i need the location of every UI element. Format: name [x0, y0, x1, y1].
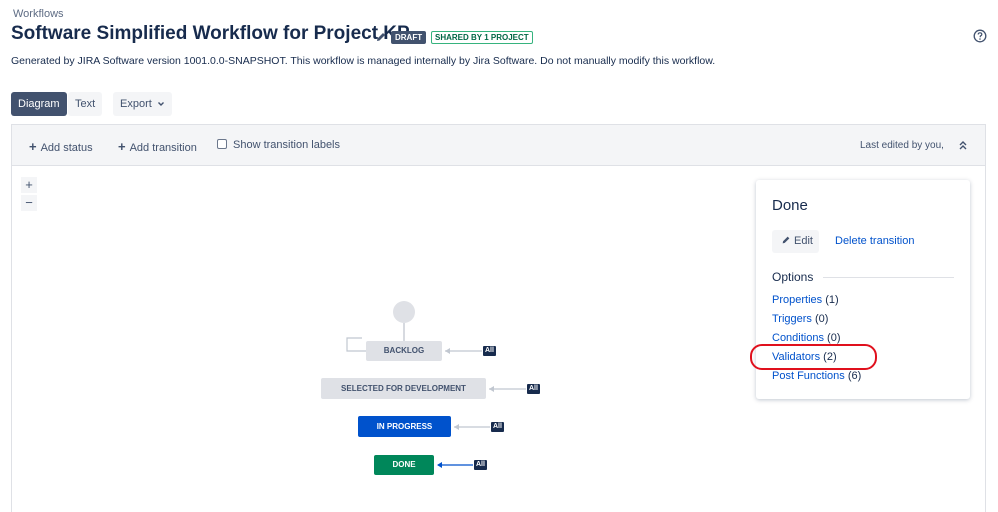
option-label: Post Functions	[772, 370, 845, 382]
last-edited-text: Last edited by you,	[860, 140, 944, 151]
page-title: Software Simplified Workflow for Project…	[11, 23, 410, 44]
tab-text[interactable]: Text	[68, 92, 103, 116]
option-conditions[interactable]: Conditions (0)	[772, 332, 841, 344]
shared-badge[interactable]: SHARED BY 1 PROJECT	[431, 31, 533, 44]
option-triggers[interactable]: Triggers (0)	[772, 313, 828, 325]
zoom-out-button[interactable]: −	[21, 195, 37, 211]
edit-label: Edit	[794, 235, 813, 247]
zoom-in-button[interactable]: +	[21, 177, 37, 193]
option-count: (0)	[815, 313, 829, 325]
edit-button[interactable]: Edit	[772, 230, 819, 253]
show-labels-checkbox[interactable]	[217, 139, 227, 149]
option-label: Triggers	[772, 313, 812, 325]
tab-diagram[interactable]: Diagram	[11, 92, 67, 116]
help-icon[interactable]	[973, 29, 987, 43]
plus-icon: +	[29, 139, 37, 154]
option-label: Properties	[772, 294, 823, 306]
add-transition-label: Add transition	[129, 142, 197, 154]
all-transition-badge[interactable]: All	[483, 346, 496, 356]
all-transition-badge[interactable]: All	[527, 384, 540, 394]
add-transition-button[interactable]: + Add transition	[118, 139, 197, 154]
status-selected-for-development[interactable]: SELECTED FOR DEVELOPMENT	[321, 378, 486, 399]
all-transition-badge-selected[interactable]: All	[474, 460, 487, 470]
option-post-functions[interactable]: Post Functions (6)	[772, 370, 861, 382]
collapse-icon[interactable]	[958, 139, 968, 151]
plus-icon: +	[118, 139, 126, 154]
show-labels-label[interactable]: Show transition labels	[233, 139, 340, 151]
workflow-description: Generated by JIRA Software version 1001.…	[11, 55, 716, 67]
delete-transition-link[interactable]: Delete transition	[835, 235, 915, 247]
add-status-button[interactable]: + Add status	[29, 139, 93, 154]
annotation-highlight	[750, 344, 877, 370]
breadcrumb[interactable]: Workflows	[13, 8, 64, 20]
draft-badge: DRAFT	[391, 31, 427, 44]
all-transition-badge[interactable]: All	[491, 422, 504, 432]
status-backlog[interactable]: BACKLOG	[366, 341, 442, 361]
pencil-icon	[782, 236, 790, 244]
status-in-progress[interactable]: IN PROGRESS	[358, 416, 451, 437]
export-button[interactable]: Export	[113, 92, 172, 116]
option-properties[interactable]: Properties (1)	[772, 294, 839, 306]
option-count: (0)	[827, 332, 841, 344]
export-label: Export	[120, 98, 152, 110]
chevron-down-icon	[157, 102, 164, 107]
panel-title: Done	[772, 197, 808, 214]
options-divider	[823, 277, 954, 278]
option-count: (1)	[825, 294, 839, 306]
pencil-icon[interactable]	[375, 31, 387, 43]
option-count: (6)	[847, 370, 862, 382]
option-label: Conditions	[772, 332, 824, 344]
add-status-label: Add status	[40, 142, 93, 154]
status-done[interactable]: DONE	[374, 455, 434, 475]
options-heading: Options	[772, 270, 814, 284]
